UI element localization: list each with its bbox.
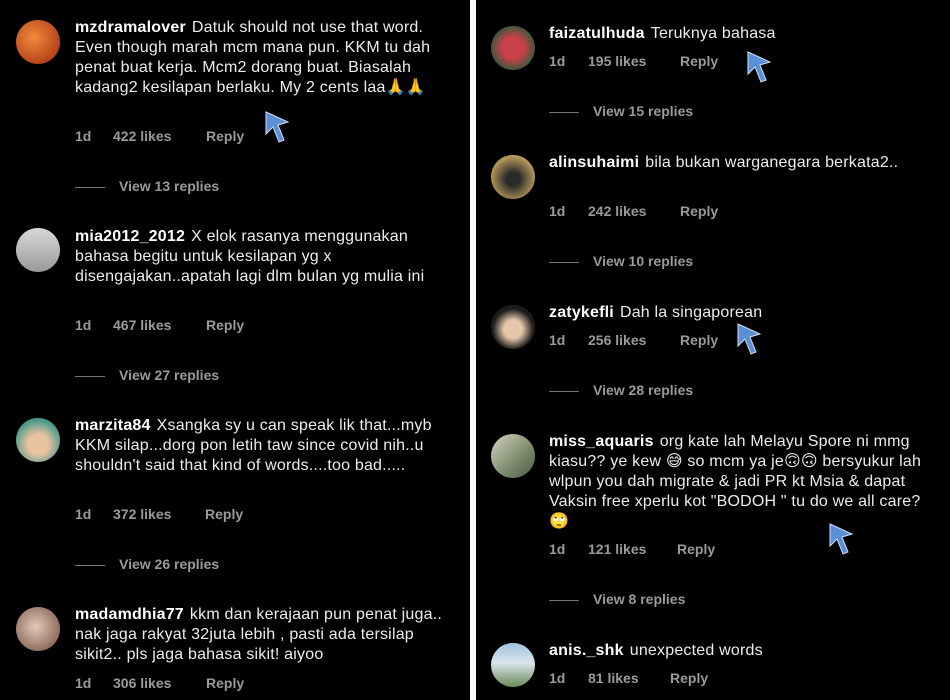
reply-button[interactable]: Reply (206, 128, 244, 144)
replies-divider (75, 564, 105, 566)
comment-time: 1d (75, 128, 92, 144)
reply-button[interactable]: Reply (670, 670, 708, 686)
comment-text: marzita84 Xsangka sy u can speak lik that… (75, 416, 455, 476)
comment-text: mzdramalover Datuk should not use that wo… (75, 18, 455, 98)
comment-likes[interactable]: 467 likes (113, 317, 171, 333)
comment-likes[interactable]: 306 likes (113, 675, 171, 691)
pointer-cursor-icon (829, 523, 854, 555)
comment-text: faizatulhuda Teruknya bahasa (549, 24, 934, 44)
replies-divider (549, 599, 579, 601)
reply-button[interactable]: Reply (205, 506, 243, 522)
comment-username[interactable]: madamdhia77 (75, 606, 184, 623)
comment-likes[interactable]: 256 likes (588, 332, 646, 348)
comment-time: 1d (75, 675, 92, 691)
comment-text: zatykefli Dah la singaporean (549, 303, 934, 323)
avatar[interactable] (16, 418, 60, 462)
view-replies-link[interactable]: View 13 replies (75, 178, 219, 194)
comment-username[interactable]: anis._shk (549, 642, 624, 659)
avatar[interactable] (16, 228, 60, 272)
comment-time: 1d (75, 506, 92, 522)
comment-time: 1d (549, 53, 566, 69)
comment-text: anis._shk unexpected words (549, 641, 934, 661)
view-replies-label: View 8 replies (593, 591, 686, 607)
replies-divider (549, 390, 579, 392)
reply-button[interactable]: Reply (680, 203, 718, 219)
avatar[interactable] (491, 155, 535, 199)
view-replies-link[interactable]: View 28 replies (549, 382, 693, 398)
comment-username[interactable]: marzita84 (75, 417, 151, 434)
left-comments-panel: mzdramalover Datuk should not use that wo… (0, 0, 470, 700)
comment-username[interactable]: alinsuhaimi (549, 154, 639, 171)
comment-text: mia2012_2012 X elok rasanya menggunakan b… (75, 227, 455, 287)
pointer-cursor-icon (737, 323, 762, 355)
comment-likes[interactable]: 242 likes (588, 203, 646, 219)
comment-likes[interactable]: 81 likes (588, 670, 639, 686)
view-replies-link[interactable]: View 26 replies (75, 556, 219, 572)
replies-divider (549, 261, 579, 263)
view-replies-link[interactable]: View 8 replies (549, 591, 685, 607)
comment-body: unexpected words (629, 642, 763, 659)
comment-time: 1d (549, 332, 566, 348)
replies-divider (75, 375, 105, 377)
view-replies-label: View 10 replies (593, 253, 694, 269)
reply-button[interactable]: Reply (680, 53, 718, 69)
view-replies-label: View 13 replies (119, 178, 220, 194)
comment-text: miss_aquaris org kate lah Melayu Spore ni… (549, 432, 934, 532)
comment-time: 1d (549, 203, 566, 219)
comment-time: 1d (549, 670, 566, 686)
comment-likes[interactable]: 195 likes (588, 53, 646, 69)
avatar[interactable] (491, 305, 535, 349)
right-comments-panel: faizatulhuda Teruknya bahasa 1d 195 likes… (476, 0, 950, 700)
view-replies-link[interactable]: View 15 replies (549, 103, 693, 119)
avatar[interactable] (16, 607, 60, 651)
replies-divider (549, 111, 579, 113)
pointer-cursor-icon (265, 111, 290, 143)
view-replies-label: View 15 replies (593, 103, 694, 119)
comment-username[interactable]: mia2012_2012 (75, 228, 185, 245)
replies-divider (75, 186, 105, 188)
comment-username[interactable]: faizatulhuda (549, 25, 645, 42)
view-replies-label: View 28 replies (593, 382, 694, 398)
comment-username[interactable]: miss_aquaris (549, 433, 654, 450)
comment-username[interactable]: mzdramalover (75, 19, 186, 36)
reply-button[interactable]: Reply (677, 541, 715, 557)
comment-text: madamdhia77 kkm dan kerajaan pun penat ju… (75, 605, 455, 665)
avatar[interactable] (491, 26, 535, 70)
comment-time: 1d (549, 541, 566, 557)
avatar[interactable] (491, 434, 535, 478)
comment-username[interactable]: zatykefli (549, 304, 614, 321)
reply-button[interactable]: Reply (680, 332, 718, 348)
comment-body: Teruknya bahasa (650, 25, 776, 42)
comment-likes[interactable]: 121 likes (588, 541, 646, 557)
avatar[interactable] (491, 643, 535, 687)
view-replies-link[interactable]: View 10 replies (549, 253, 693, 269)
view-replies-link[interactable]: View 27 replies (75, 367, 219, 383)
comment-body: Dah la singaporean (619, 304, 763, 321)
reply-button[interactable]: Reply (206, 675, 244, 691)
comment-body: bila bukan warganegara berkata2.. (645, 154, 899, 171)
comment-likes[interactable]: 372 likes (113, 506, 171, 522)
comment-likes[interactable]: 422 likes (113, 128, 171, 144)
comment-text: alinsuhaimi bila bukan warganegara berkat… (549, 153, 934, 173)
view-replies-label: View 26 replies (119, 556, 220, 572)
reply-button[interactable]: Reply (206, 317, 244, 333)
pointer-cursor-icon (747, 51, 772, 83)
view-replies-label: View 27 replies (119, 367, 220, 383)
avatar[interactable] (16, 20, 60, 64)
comment-time: 1d (75, 317, 92, 333)
